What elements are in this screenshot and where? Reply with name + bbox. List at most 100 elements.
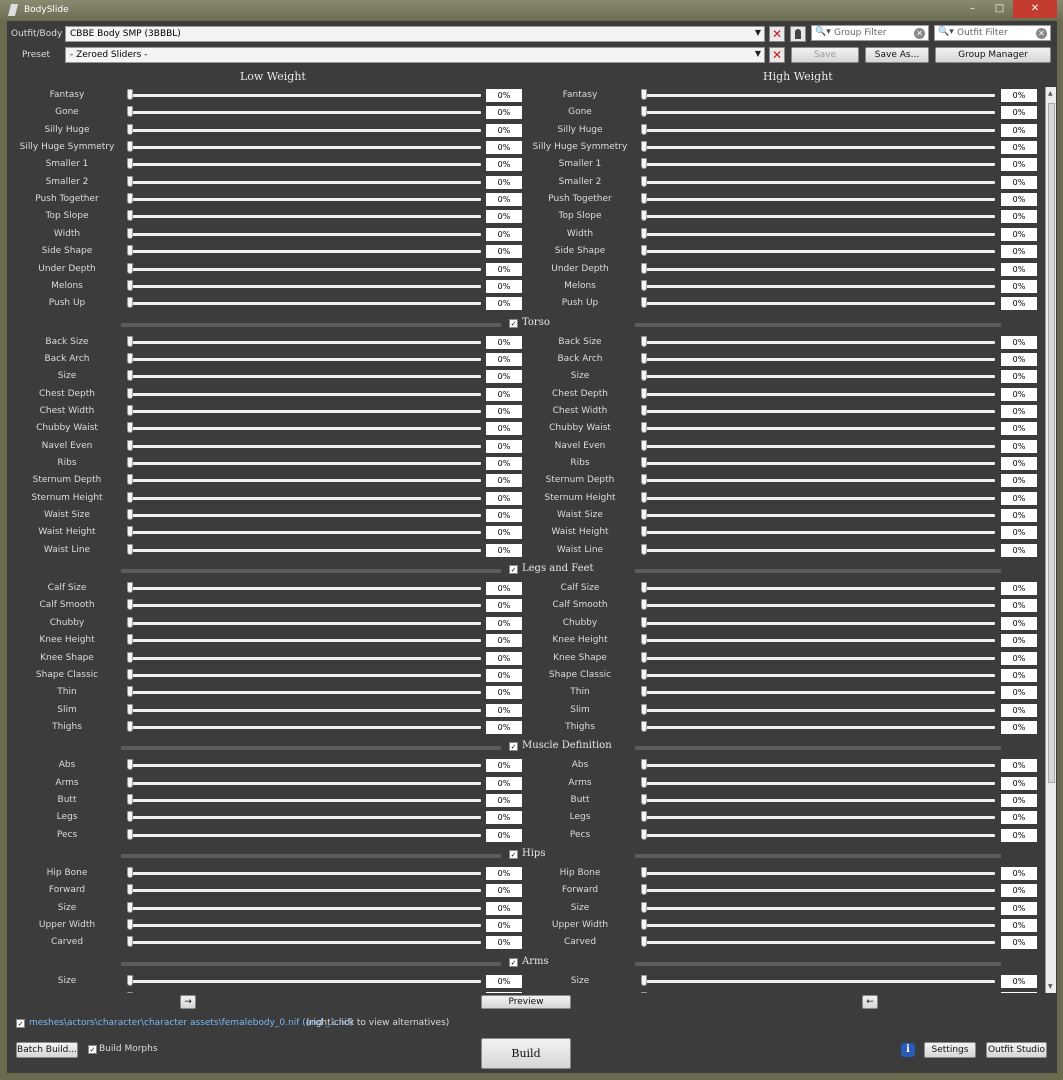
high-weight-slider-track[interactable]: [643, 462, 995, 465]
close-button[interactable]: ✕: [1013, 0, 1057, 18]
low-weight-slider-thumb[interactable]: [127, 616, 133, 628]
low-weight-slider-thumb[interactable]: [127, 776, 133, 788]
outfit-filter-input[interactable]: 🔍▾ Outfit Filter ✕: [934, 25, 1051, 41]
high-weight-slider-thumb[interactable]: [641, 543, 647, 555]
low-weight-slider-track[interactable]: [129, 621, 481, 625]
high-weight-value-input[interactable]: 0%: [1001, 828, 1037, 842]
high-weight-slider-thumb[interactable]: [641, 651, 647, 663]
clear-filter-icon[interactable]: ✕: [1036, 28, 1047, 39]
high-weight-slider-track[interactable]: [643, 357, 995, 361]
high-weight-value-input[interactable]: 0%: [1001, 297, 1037, 311]
low-weight-slider-track[interactable]: [129, 479, 481, 483]
high-weight-value-input[interactable]: 0%: [1001, 936, 1037, 950]
high-weight-slider-track[interactable]: [643, 94, 995, 97]
low-weight-slider-thumb[interactable]: [127, 509, 133, 521]
low-weight-slider-thumb[interactable]: [127, 582, 133, 594]
high-weight-slider-thumb[interactable]: [641, 828, 647, 840]
low-weight-slider-thumb[interactable]: [127, 599, 133, 611]
low-weight-slider-track[interactable]: [129, 94, 481, 97]
low-weight-value-input[interactable]: 0%: [486, 651, 522, 665]
high-weight-slider-thumb[interactable]: [641, 811, 647, 823]
high-weight-value-input[interactable]: 0%: [1001, 123, 1037, 137]
low-weight-value-input[interactable]: 0%: [486, 106, 522, 120]
low-weight-slider-thumb[interactable]: [127, 828, 133, 840]
low-weight-slider-track[interactable]: [129, 250, 481, 254]
scroll-down-icon[interactable]: ▼: [1048, 983, 1053, 990]
high-weight-slider-thumb[interactable]: [641, 974, 647, 986]
mesh-output-checkbox[interactable]: ✓: [16, 1019, 25, 1028]
high-weight-slider-track[interactable]: [643, 691, 995, 695]
low-weight-slider-track[interactable]: [129, 673, 481, 677]
scroll-up-icon[interactable]: ▲: [1048, 90, 1053, 97]
low-weight-value-input[interactable]: 0%: [486, 703, 522, 717]
low-weight-slider-thumb[interactable]: [127, 992, 133, 993]
low-weight-slider-track[interactable]: [129, 444, 481, 448]
slider-panel-scrollbar[interactable]: ▲ ▼: [1045, 87, 1056, 993]
high-weight-slider-track[interactable]: [643, 639, 995, 643]
low-weight-slider-thumb[interactable]: [127, 884, 133, 896]
high-weight-value-input[interactable]: 0%: [1001, 422, 1037, 436]
low-weight-slider-thumb[interactable]: [127, 526, 133, 538]
low-weight-slider-track[interactable]: [129, 496, 481, 500]
low-weight-slider-track[interactable]: [129, 302, 481, 306]
high-weight-slider-track[interactable]: [643, 250, 995, 254]
low-weight-slider-thumb[interactable]: [127, 457, 133, 468]
low-weight-slider-track[interactable]: [129, 587, 481, 591]
low-weight-slider-track[interactable]: [129, 889, 481, 893]
low-weight-value-input[interactable]: 0%: [486, 616, 522, 630]
high-weight-slider-track[interactable]: [643, 514, 995, 518]
low-weight-slider-track[interactable]: [129, 872, 481, 875]
high-weight-slider-thumb[interactable]: [641, 439, 647, 451]
high-weight-slider-thumb[interactable]: [641, 370, 647, 382]
high-weight-slider-track[interactable]: [643, 302, 995, 306]
outfit-body-select[interactable]: CBBE Body SMP (3BBBL) ▼: [65, 26, 765, 42]
low-weight-value-input[interactable]: 0%: [486, 387, 522, 401]
low-weight-slider-track[interactable]: [129, 375, 481, 379]
high-weight-slider-thumb[interactable]: [641, 245, 647, 257]
low-weight-slider-thumb[interactable]: [127, 793, 133, 805]
low-weight-slider-track[interactable]: [129, 340, 481, 344]
low-weight-slider-thumb[interactable]: [127, 279, 133, 291]
low-weight-slider-track[interactable]: [129, 764, 481, 768]
low-weight-slider-thumb[interactable]: [127, 634, 133, 646]
high-weight-slider-thumb[interactable]: [641, 227, 647, 239]
high-weight-slider-track[interactable]: [643, 889, 995, 893]
low-weight-value-input[interactable]: 0%: [486, 404, 522, 418]
low-weight-value-input[interactable]: 0%: [486, 828, 522, 842]
low-weight-value-input[interactable]: 0%: [486, 335, 522, 349]
choose-outfit-button[interactable]: [790, 26, 806, 42]
high-weight-slider-track[interactable]: [643, 215, 995, 219]
high-weight-slider-thumb[interactable]: [641, 89, 647, 100]
high-weight-slider-track[interactable]: [643, 781, 995, 785]
low-weight-value-input[interactable]: 0%: [486, 974, 522, 988]
high-weight-slider-thumb[interactable]: [641, 668, 647, 680]
low-weight-slider-thumb[interactable]: [127, 193, 133, 205]
high-weight-slider-thumb[interactable]: [641, 616, 647, 628]
low-weight-value-input[interactable]: 0%: [486, 279, 522, 293]
low-weight-slider-thumb[interactable]: [127, 720, 133, 732]
low-weight-slider-track[interactable]: [129, 146, 481, 150]
low-weight-slider-track[interactable]: [129, 816, 481, 820]
low-weight-value-input[interactable]: 0%: [486, 936, 522, 950]
high-weight-slider-track[interactable]: [643, 725, 995, 729]
high-weight-value-input[interactable]: 0%: [1001, 439, 1037, 453]
high-weight-slider-track[interactable]: [643, 479, 995, 483]
high-weight-slider-thumb[interactable]: [641, 158, 647, 170]
low-weight-value-input[interactable]: 0%: [486, 474, 522, 488]
group-manager-button[interactable]: Group Manager: [935, 47, 1051, 63]
high-weight-slider-track[interactable]: [643, 816, 995, 820]
low-weight-slider-thumb[interactable]: [127, 759, 133, 771]
high-weight-value-input[interactable]: 0%: [1001, 703, 1037, 717]
low-weight-slider-thumb[interactable]: [127, 404, 133, 416]
high-weight-slider-thumb[interactable]: [641, 867, 647, 878]
low-weight-value-input[interactable]: 0%: [486, 141, 522, 155]
low-weight-value-input[interactable]: 0%: [486, 262, 522, 276]
low-weight-slider-thumb[interactable]: [127, 352, 133, 364]
high-weight-slider-track[interactable]: [643, 604, 995, 608]
low-weight-value-input[interactable]: 0%: [486, 457, 522, 470]
low-weight-value-input[interactable]: 0%: [486, 867, 522, 880]
high-weight-slider-thumb[interactable]: [641, 193, 647, 205]
low-weight-slider-thumb[interactable]: [127, 474, 133, 486]
low-weight-slider-track[interactable]: [129, 548, 481, 552]
low-weight-value-input[interactable]: 0%: [486, 89, 522, 102]
